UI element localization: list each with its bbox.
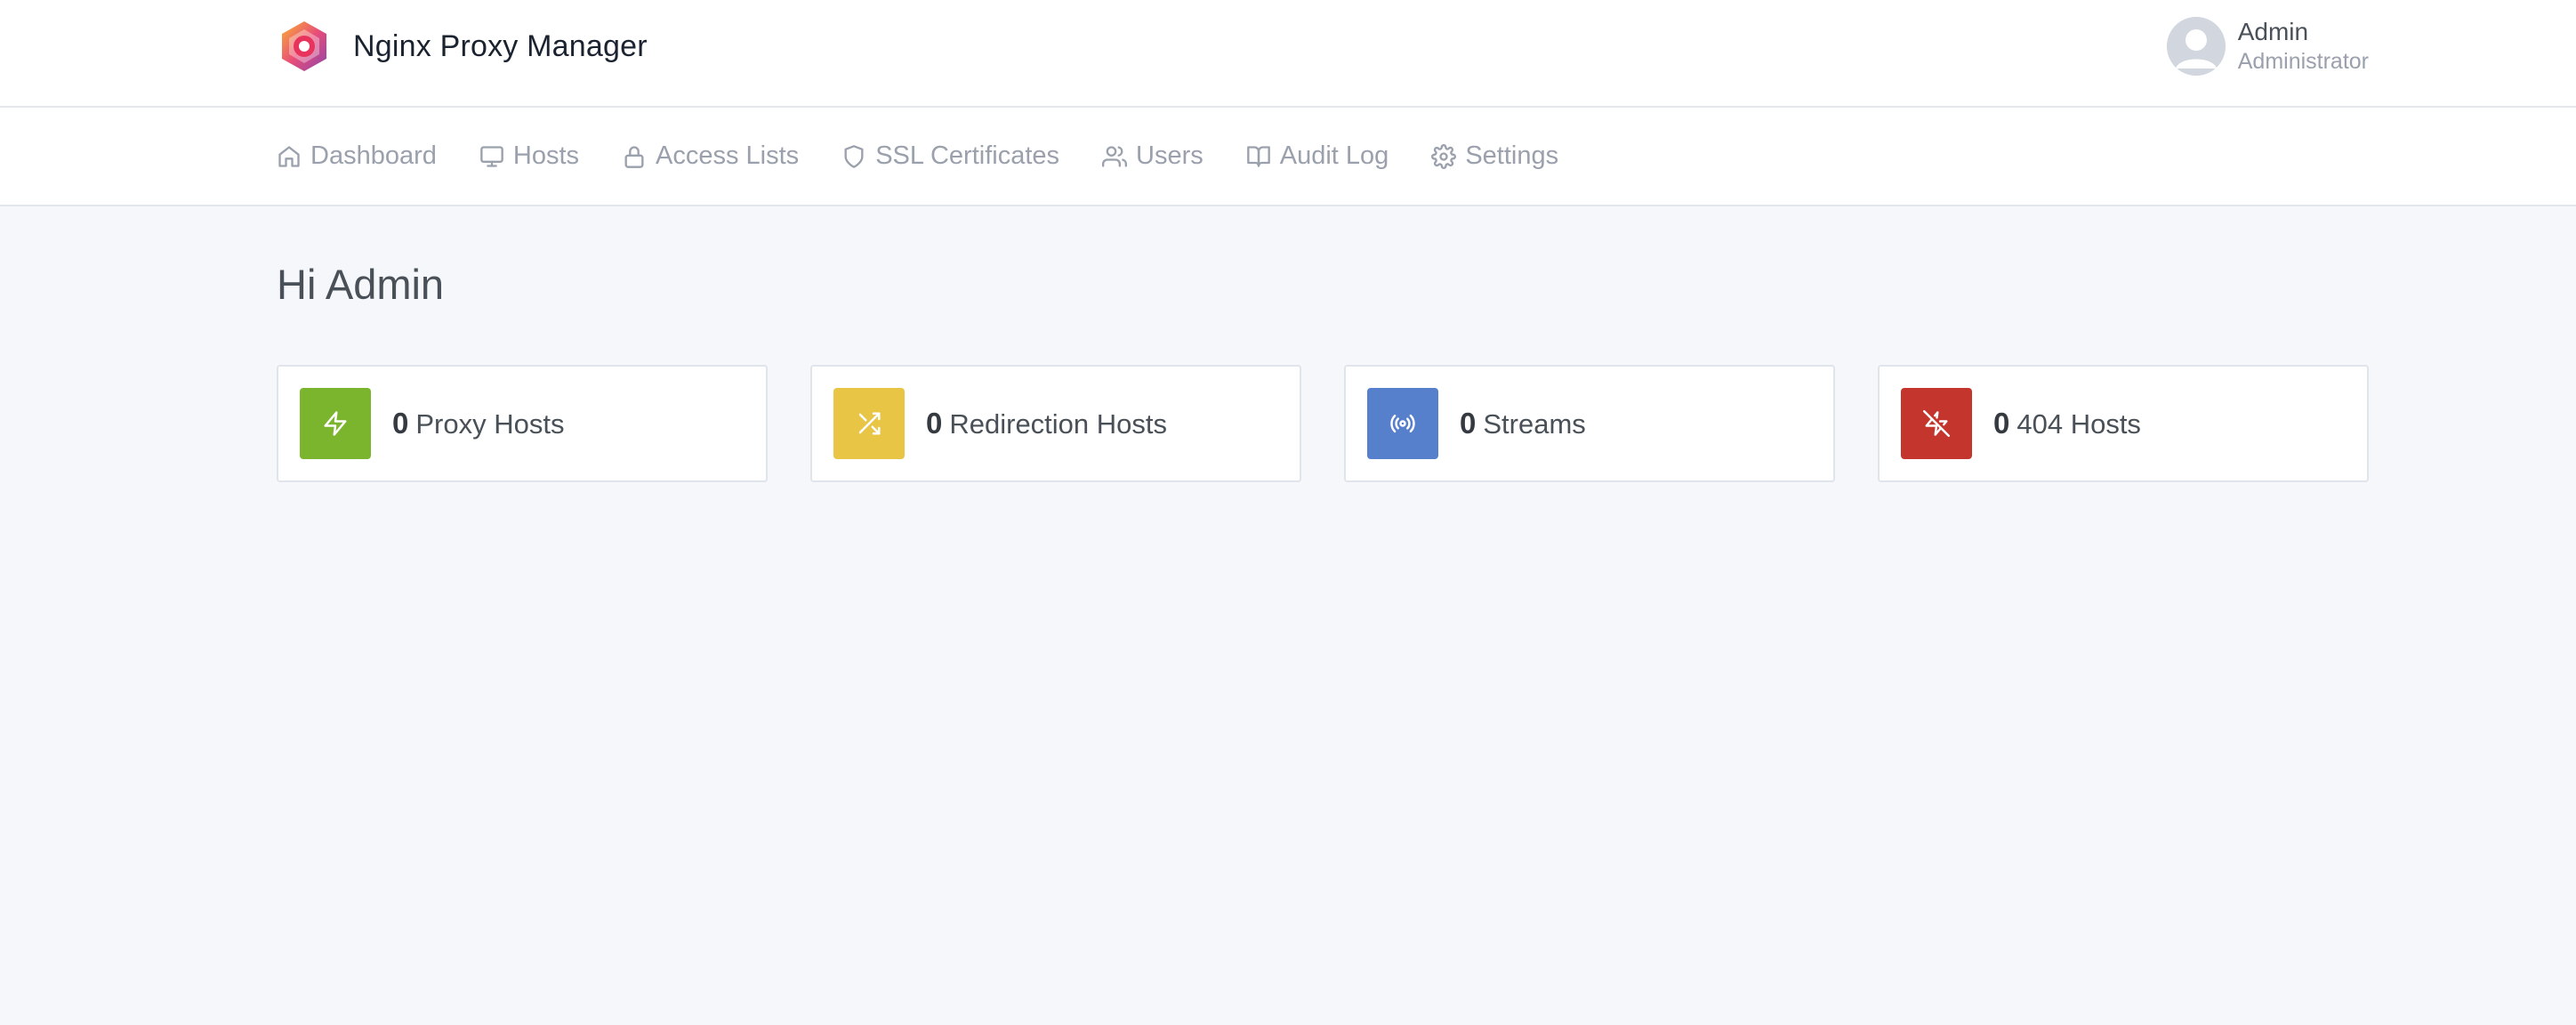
user-info: Admin Administrator — [2238, 17, 2369, 76]
card-icon-box — [1367, 388, 1438, 459]
nav-item-label: Hosts — [512, 141, 580, 170]
gear-icon — [1431, 143, 1457, 169]
home-icon — [278, 145, 300, 167]
nav-item-dashboard[interactable]: Dashboard — [277, 141, 437, 171]
avatar — [2166, 17, 2226, 76]
monitor-icon — [480, 145, 503, 167]
card-text: 0 404 Hosts — [1993, 407, 2141, 440]
nav-item-settings[interactable]: Settings — [1431, 141, 1558, 171]
zap-off-icon — [1923, 410, 1950, 437]
app-title: Nginx Proxy Manager — [353, 28, 648, 63]
nav-item-label: Audit Log — [1279, 141, 1389, 170]
nav-item-users[interactable]: Users — [1102, 141, 1203, 171]
users-icon — [1102, 145, 1128, 167]
card-label: 404 Hosts — [2017, 408, 2141, 440]
card-404-hosts[interactable]: 0 404 Hosts — [1878, 365, 2369, 482]
card-streams[interactable]: 0 Streams — [1344, 365, 1835, 482]
brand[interactable]: Nginx Proxy Manager — [277, 19, 648, 74]
nav-item-label: Settings — [1465, 141, 1559, 170]
card-icon-box — [833, 388, 905, 459]
page-title: Hi Admin — [277, 261, 445, 308]
stat-cards: 0 Proxy Hosts 0 Redirection Hosts 0 Streams… — [277, 365, 2369, 482]
nav-item-audit-log[interactable]: Audit Log — [1246, 141, 1389, 171]
nav-item-access-lists[interactable]: Access Lists — [622, 141, 799, 171]
nav-item-label: SSL Certificates — [875, 141, 1060, 170]
lock-icon — [624, 145, 644, 168]
card-text: 0 Streams — [1460, 407, 1586, 440]
user-menu[interactable]: Admin Administrator — [2166, 14, 2369, 78]
card-proxy-hosts[interactable]: 0 Proxy Hosts — [277, 365, 768, 482]
nginx-proxy-manager-logo — [282, 21, 326, 71]
card-count: 0 — [392, 407, 409, 440]
nav-item-ssl-certificates[interactable]: SSL Certificates — [841, 141, 1059, 171]
card-label: Redirection Hosts — [949, 408, 1168, 440]
card-count: 0 — [1993, 407, 2010, 440]
card-label: Streams — [1483, 408, 1586, 440]
card-label: Proxy Hosts — [415, 408, 565, 440]
card-text: 0 Redirection Hosts — [926, 407, 1167, 440]
nav-item-label: Users — [1136, 141, 1203, 170]
shuffle-icon — [858, 412, 881, 435]
radio-icon — [1390, 414, 1415, 433]
nav-item-hosts[interactable]: Hosts — [479, 141, 579, 171]
shield-icon — [844, 144, 864, 168]
user-name: Admin — [2237, 18, 2309, 45]
card-icon-box — [300, 388, 371, 459]
app-header: Nginx Proxy Manager Admin Administrator — [0, 0, 2576, 108]
book-icon — [1246, 145, 1270, 167]
card-count: 0 — [926, 407, 943, 440]
card-text: 0 Proxy Hosts — [392, 407, 564, 440]
card-icon-box — [1901, 388, 1972, 459]
zap-icon — [324, 411, 347, 436]
user-role: Administrator — [2237, 49, 2369, 74]
card-redirection-hosts[interactable]: 0 Redirection Hosts — [810, 365, 1301, 482]
card-count: 0 — [1460, 407, 1477, 440]
nav-item-label: Dashboard — [310, 141, 437, 170]
main-nav: Dashboard Hosts Access Lists SSL Certifi… — [0, 108, 2576, 206]
nav-item-label: Access Lists — [656, 141, 800, 170]
